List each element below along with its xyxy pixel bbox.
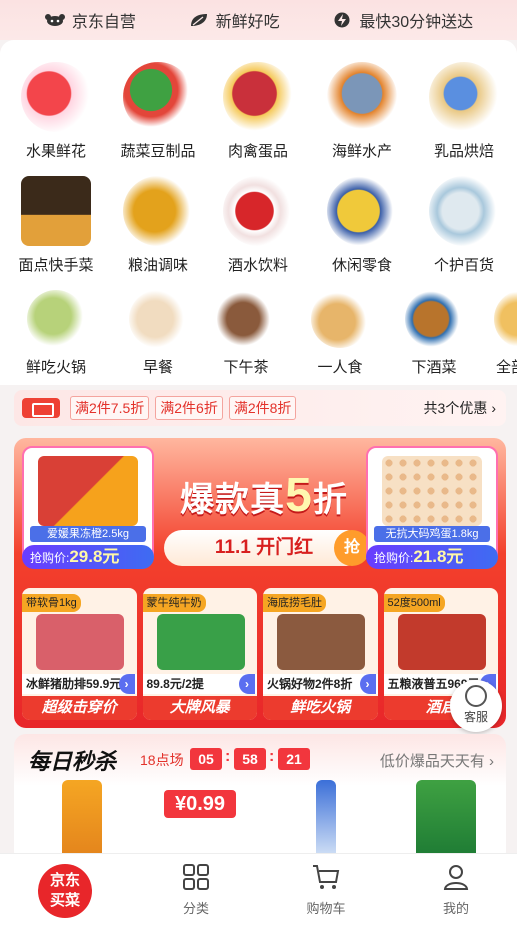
coupon-tag: 满2件7.5折: [70, 396, 150, 420]
meat-icon: [223, 62, 293, 132]
category-row-1: 水果鲜花 蔬菜豆制品 肉禽蛋品 海鲜水产 乳品烘焙: [0, 62, 517, 172]
category-seafood[interactable]: 海鲜水产: [312, 62, 412, 161]
cake-roll-icon: [217, 290, 275, 348]
chips-icon: [327, 176, 397, 246]
bun-icon: [129, 290, 187, 348]
category-afternoon-tea[interactable]: 下午茶: [196, 290, 296, 377]
toothbrush-image[interactable]: [316, 780, 336, 860]
promise-label: 最快30分钟送达: [359, 14, 474, 31]
promise-label: 新鲜好吃: [215, 14, 280, 31]
countdown-seconds: 21: [278, 748, 310, 770]
category-row-2: 面点快手菜 粮油调味 酒水饮料 休闲零食 个护百货: [0, 176, 517, 286]
shampoo-icon: [429, 176, 499, 246]
product-card[interactable]: 带软骨1kg 冰鲜猪肋排59.9元 超级击穿价: [22, 588, 137, 720]
pork-ribs-image: [36, 614, 124, 670]
tab-profile[interactable]: 我的: [406, 862, 506, 917]
banner-product-row: 带软骨1kg 冰鲜猪肋排59.9元 超级击穿价 蒙牛纯牛奶 89.8元/2提 大…: [22, 588, 498, 720]
lightning-icon: [334, 12, 350, 28]
category-snacks[interactable]: 休闲零食: [312, 176, 412, 275]
category-grid: 水果鲜花 蔬菜豆制品 肉禽蛋品 海鲜水产 乳品烘焙 面点快手菜 粮油调味 酒水饮…: [0, 40, 517, 385]
cart-icon: [311, 862, 341, 892]
beverage-cans-image[interactable]: [416, 780, 476, 860]
product-card[interactable]: 海底捞毛肚 火锅好物2件8折 鲜吃火锅: [263, 588, 378, 720]
oil-bottle-icon: [123, 176, 193, 246]
deal-card-orange[interactable]: 爱媛果冻橙2.5kg 抢购价:29.8元: [22, 446, 154, 569]
coupon-tag: 满2件6折: [155, 396, 223, 420]
countdown-hours: 05: [190, 748, 222, 770]
flash-sale-title: 每日秒杀: [28, 749, 117, 774]
coupon-icon: [22, 398, 60, 418]
product-card[interactable]: 蒙牛纯牛奶 89.8元/2提 大牌风暴: [142, 588, 257, 720]
flash-sale-more-link[interactable]: 低价爆品天天有 ›: [380, 750, 494, 771]
coupon-tag: 满2件8折: [228, 396, 297, 420]
tab-cart[interactable]: 购物车: [276, 862, 376, 917]
noodle-bowl-icon: [311, 290, 369, 348]
deal-price: 抢购价:29.8元: [22, 545, 154, 569]
hero-subtitle[interactable]: 11.1 开门红抢: [164, 530, 370, 566]
flash-session-label: 18点场: [140, 752, 184, 768]
vegetable-icon: [123, 62, 193, 132]
category-drinks[interactable]: 酒水饮料: [208, 176, 308, 275]
promise-fresh: 新鲜好吃: [188, 8, 280, 32]
category-hotpot[interactable]: 鲜吃火锅: [6, 290, 106, 377]
category-personal-care[interactable]: 个护百货: [414, 176, 514, 275]
egg-tray-image: [382, 456, 482, 526]
deal-price: 抢购价:21.8元: [366, 545, 498, 569]
chevron-right-icon: ›: [491, 400, 496, 416]
category-grain-oil[interactable]: 粮油调味: [108, 176, 208, 275]
customer-service-button[interactable]: 客服: [450, 680, 502, 732]
grab-button[interactable]: 抢: [334, 530, 370, 566]
category-vegetables[interactable]: 蔬菜豆制品: [108, 62, 208, 161]
countdown-minutes: 58: [234, 748, 266, 770]
category-bar-snacks[interactable]: 下酒菜: [384, 290, 484, 377]
milk-carton-image: [156, 614, 245, 670]
jd-dog-icon: [44, 14, 65, 26]
leaf-icon: [190, 14, 207, 26]
category-row-3: 鲜吃火锅 早餐 下午茶 一人食 下酒菜 全部: [0, 290, 517, 400]
category-breakfast[interactable]: 早餐: [108, 290, 208, 377]
promise-jd-self-run: 京东自营: [44, 8, 136, 32]
hotpot-icon: [27, 290, 85, 348]
promo-banner[interactable]: 爱媛果冻橙2.5kg 抢购价:29.8元 爆款真5折 11.1 开门红抢 无抗大…: [14, 438, 506, 728]
headset-icon: [465, 685, 487, 707]
tab-categories[interactable]: 分类: [146, 862, 246, 917]
user-icon: [441, 862, 471, 892]
service-promise-bar: 京东自营 新鲜好吃 最快30分钟送达: [0, 0, 517, 40]
cola-icon: [223, 176, 293, 246]
juice-bottle-image[interactable]: [62, 780, 102, 860]
milk-icon: [429, 62, 499, 132]
category-dairy-bakery[interactable]: 乳品烘焙: [414, 62, 514, 161]
peanut-plate-icon: [405, 290, 463, 348]
orange-box-image: [38, 456, 138, 526]
countdown-separator: :: [225, 748, 231, 765]
all-categories-icon: [494, 290, 517, 348]
countdown-separator: :: [269, 748, 275, 765]
tripe-image: [277, 614, 365, 670]
grid-icon: [181, 862, 211, 892]
category-fruits-flowers[interactable]: 水果鲜花: [6, 62, 106, 161]
hero-title: 爆款真5折: [180, 469, 348, 522]
flash-price-tag: ¥0.99: [164, 790, 236, 818]
dumpling-box-icon: [21, 176, 91, 246]
category-all[interactable]: 全部: [470, 290, 517, 377]
promise-fast-delivery: 最快30分钟送达: [331, 8, 473, 32]
coupon-strip[interactable]: 满2件7.5折 满2件6折 满2件8折 共3个优惠 ›: [14, 390, 506, 426]
flash-sale-section: 每日秒杀 18点场 05 : 58 : 21 低价爆品天天有 › ¥0.99: [14, 734, 506, 864]
coupon-more-link[interactable]: 共3个优惠 ›: [424, 398, 496, 418]
liquor-bottle-image: [397, 614, 486, 670]
tab-home[interactable]: 京东 买菜: [38, 864, 92, 918]
deal-card-eggs[interactable]: 无抗大码鸡蛋1.8kg 抢购价:21.8元: [366, 446, 498, 569]
category-single-meal[interactable]: 一人食: [290, 290, 390, 377]
category-meat-eggs[interactable]: 肉禽蛋品: [208, 62, 308, 161]
fish-icon: [327, 62, 397, 132]
category-noodles-quick-meals[interactable]: 面点快手菜: [6, 176, 106, 275]
fruit-icon: [21, 62, 91, 132]
bottom-tab-bar: 京东 买菜 分类 购物车 我的: [0, 853, 517, 931]
promise-label: 京东自营: [71, 14, 136, 31]
